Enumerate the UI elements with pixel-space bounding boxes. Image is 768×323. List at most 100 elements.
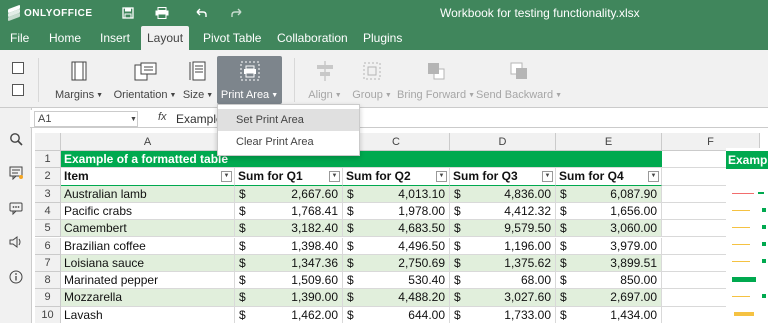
table-cell[interactable]: $1,398.40 — [235, 237, 343, 255]
currency-symbol: $ — [347, 221, 354, 236]
copy-icon[interactable] — [12, 62, 24, 74]
row-header[interactable]: 10 — [35, 306, 61, 323]
about-icon[interactable] — [9, 270, 23, 284]
row-header[interactable]: 3 — [35, 185, 61, 203]
table-header-cell[interactable]: Sum for Q4 ▼ — [556, 168, 662, 186]
cell-value: 3,182.40 — [291, 221, 338, 236]
table-header-cell[interactable]: Item ▼ — [61, 168, 235, 186]
row-header[interactable]: 8 — [35, 272, 61, 290]
table-title-cell[interactable]: Example of a formatted table — [61, 151, 662, 169]
table-cell[interactable]: $4,488.20 — [343, 289, 450, 307]
table-cell[interactable]: Australian lamb — [61, 185, 235, 203]
table-cell[interactable]: Lavash — [61, 306, 235, 323]
select-all-corner[interactable] — [35, 133, 61, 151]
table-cell[interactable]: $4,836.00 — [450, 185, 556, 203]
margins-button[interactable]: Margins ▼ — [54, 56, 104, 104]
table-cell[interactable]: $3,027.60 — [450, 289, 556, 307]
column-header-e[interactable]: E — [556, 133, 662, 151]
row-header[interactable]: 4 — [35, 202, 61, 221]
group-button[interactable]: Group ▼ — [351, 56, 393, 104]
bring-forward-button[interactable]: Bring Forward ▼ — [397, 56, 475, 104]
filter-dropdown-icon[interactable]: ▼ — [329, 171, 340, 183]
table-cell[interactable]: $1,196.00 — [450, 237, 556, 255]
tab-plugins[interactable]: Plugins — [357, 26, 408, 50]
table-cell[interactable]: Mozzarella — [61, 289, 235, 307]
table-header-cell[interactable]: Sum for Q1 ▼ — [235, 168, 343, 186]
table-cell[interactable]: $2,750.69 — [343, 254, 450, 273]
tab-pivot-table[interactable]: Pivot Table — [197, 26, 267, 50]
table-cell[interactable]: $4,013.10 — [343, 185, 450, 203]
table-cell[interactable]: $530.40 — [343, 272, 450, 290]
filter-dropdown-icon[interactable]: ▼ — [542, 171, 553, 183]
row-header[interactable]: 6 — [35, 237, 61, 255]
undo-icon[interactable] — [193, 5, 209, 21]
row-header[interactable]: 9 — [35, 289, 61, 307]
name-box-dropdown-icon[interactable]: ▼ — [130, 116, 137, 123]
print-icon[interactable] — [154, 5, 170, 21]
size-button[interactable]: Size ▼ — [181, 56, 215, 104]
table-cell[interactable]: $1,462.00 — [235, 306, 343, 323]
table-cell[interactable]: $4,496.50 — [343, 237, 450, 255]
chart-panel[interactable]: Examp — [726, 148, 768, 323]
table-cell[interactable]: $3,899.51 — [556, 254, 662, 273]
column-header-d[interactable]: D — [450, 133, 556, 151]
table-cell[interactable]: $9,579.50 — [450, 220, 556, 238]
comments-icon[interactable] — [9, 166, 23, 180]
name-box[interactable]: A1 — [34, 111, 138, 127]
set-print-area-menu-item[interactable]: Set Print Area — [218, 109, 359, 131]
feedback-icon[interactable] — [9, 235, 23, 249]
clear-print-area-menu-item[interactable]: Clear Print Area — [218, 131, 359, 153]
table-cell[interactable]: $68.00 — [450, 272, 556, 290]
tab-layout[interactable]: Layout — [141, 26, 190, 50]
filter-dropdown-icon[interactable]: ▼ — [648, 171, 659, 183]
tab-file[interactable]: File — [4, 26, 35, 50]
orientation-button[interactable]: Orientation ▼ — [112, 56, 178, 104]
table-cell[interactable]: $1,390.00 — [235, 289, 343, 307]
row-header[interactable]: 2 — [35, 168, 61, 186]
table-cell[interactable]: $4,683.50 — [343, 220, 450, 238]
align-button[interactable]: Align ▼ — [306, 56, 344, 104]
column-header-a[interactable]: A — [61, 133, 235, 151]
paste-icon[interactable] — [12, 84, 24, 96]
tab-insert[interactable]: Insert — [94, 26, 136, 50]
spreadsheet-grid[interactable]: A B C D E F 12345678910Example of a form… — [32, 130, 768, 323]
chat-icon[interactable] — [9, 201, 23, 215]
table-cell[interactable]: $2,697.00 — [556, 289, 662, 307]
table-cell[interactable]: $1,733.00 — [450, 306, 556, 323]
save-icon[interactable] — [120, 5, 136, 21]
table-cell[interactable]: $1,347.36 — [235, 254, 343, 273]
table-cell[interactable]: $850.00 — [556, 272, 662, 290]
table-cell[interactable]: $1,656.00 — [556, 202, 662, 221]
tab-home[interactable]: Home — [43, 26, 87, 50]
filter-dropdown-icon[interactable]: ▼ — [221, 171, 232, 183]
filter-dropdown-icon[interactable]: ▼ — [436, 171, 447, 183]
table-cell[interactable]: Loisiana sauce — [61, 254, 235, 273]
row-header[interactable]: 1 — [35, 151, 61, 169]
table-cell[interactable]: $3,060.00 — [556, 220, 662, 238]
table-cell[interactable]: $1,434.00 — [556, 306, 662, 323]
table-cell[interactable]: $1,768.41 — [235, 202, 343, 221]
row-header[interactable]: 5 — [35, 220, 61, 238]
table-cell[interactable]: Pacific crabs — [61, 202, 235, 221]
table-cell[interactable]: $1,978.00 — [343, 202, 450, 221]
table-cell[interactable]: Marinated pepper — [61, 272, 235, 290]
fx-icon[interactable]: fx — [158, 111, 167, 123]
table-cell[interactable]: $3,182.40 — [235, 220, 343, 238]
table-header-cell[interactable]: Sum for Q3 ▼ — [450, 168, 556, 186]
table-cell[interactable]: $2,667.60 — [235, 185, 343, 203]
table-cell[interactable]: $6,087.90 — [556, 185, 662, 203]
print-area-button[interactable]: Print Area ▼ — [217, 56, 282, 104]
table-cell[interactable]: $1,509.60 — [235, 272, 343, 290]
redo-icon[interactable] — [229, 5, 245, 21]
table-cell[interactable]: $4,412.32 — [450, 202, 556, 221]
row-header[interactable]: 7 — [35, 254, 61, 273]
search-icon[interactable] — [9, 132, 23, 146]
table-cell[interactable]: $1,375.62 — [450, 254, 556, 273]
send-backward-button[interactable]: Send Backward ▼ — [476, 56, 562, 104]
table-cell[interactable]: Brazilian coffee — [61, 237, 235, 255]
tab-collaboration[interactable]: Collaboration — [271, 26, 354, 50]
table-cell[interactable]: Camembert — [61, 220, 235, 238]
table-cell[interactable]: $644.00 — [343, 306, 450, 323]
table-cell[interactable]: $3,979.00 — [556, 237, 662, 255]
table-header-cell[interactable]: Sum for Q2 ▼ — [343, 168, 450, 186]
